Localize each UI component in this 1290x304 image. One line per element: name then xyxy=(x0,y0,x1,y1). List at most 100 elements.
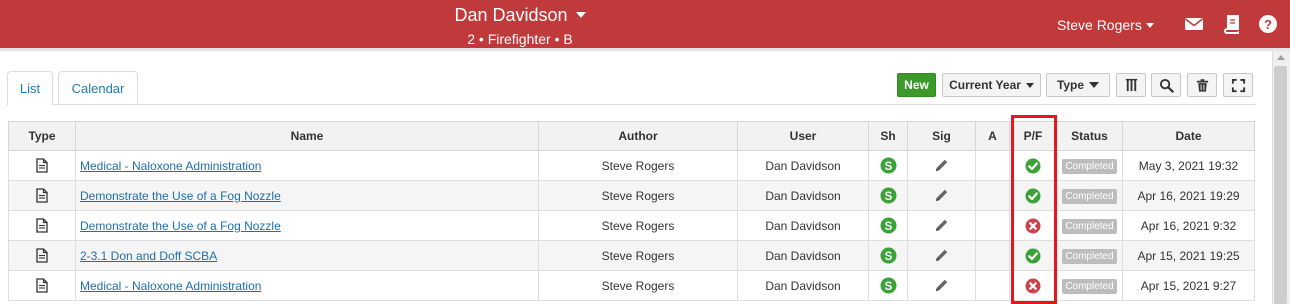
pass-check-icon xyxy=(1025,188,1041,203)
col-header-sh[interactable]: Sh xyxy=(868,121,908,151)
date-cell: Apr 16, 2021 19:29 xyxy=(1122,180,1255,211)
help-icon[interactable]: ? xyxy=(1258,14,1278,34)
table-row[interactable]: Demonstrate the Use of a Fog Nozzle Stev… xyxy=(8,180,1255,211)
svg-text:S: S xyxy=(884,191,892,203)
scrollbar-thumb[interactable] xyxy=(1274,66,1287,304)
user-cell: Dan Davidson xyxy=(737,270,869,301)
shift-s-icon[interactable]: S xyxy=(880,247,897,264)
shift-s-icon[interactable]: S xyxy=(880,277,897,294)
col-header-author[interactable]: Author xyxy=(538,121,738,151)
col-header-name[interactable]: Name xyxy=(75,121,539,151)
svg-text:S: S xyxy=(884,161,892,173)
status-badge: Completed xyxy=(1062,158,1117,174)
book-icon[interactable] xyxy=(1222,14,1242,34)
pencil-icon[interactable] xyxy=(934,218,949,233)
table-row[interactable]: Medical - Naloxone Administration Steve … xyxy=(8,150,1255,181)
table-row[interactable]: 2-3.1 Don and Doff SCBA Steve Rogers Dan… xyxy=(8,240,1255,271)
document-icon xyxy=(36,278,48,293)
name-cell: Medical - Naloxone Administration xyxy=(75,150,539,181)
a-cell xyxy=(975,150,1010,181)
sig-cell xyxy=(907,270,976,301)
name-cell: Demonstrate the Use of a Fog Nozzle xyxy=(75,180,539,211)
year-filter-dropdown[interactable]: Current Year xyxy=(942,73,1041,97)
document-icon xyxy=(36,248,48,263)
columns-button[interactable] xyxy=(1116,73,1146,97)
pencil-icon[interactable] xyxy=(934,248,949,263)
person-details: 2 • Firefighter • B xyxy=(467,31,573,47)
author-cell: Steve Rogers xyxy=(538,210,738,241)
pencil-icon[interactable] xyxy=(934,158,949,173)
type-filter-dropdown[interactable]: Type xyxy=(1046,73,1110,97)
new-button[interactable]: New xyxy=(897,73,936,97)
table-row[interactable]: Demonstrate the Use of a Fog Nozzle Stev… xyxy=(8,210,1255,241)
col-header-date[interactable]: Date xyxy=(1122,121,1255,151)
record-name-link[interactable]: 2-3.1 Don and Doff SCBA xyxy=(80,249,217,263)
col-header-pf[interactable]: P/F xyxy=(1009,121,1057,151)
records-table: Type Name Author User Sh Sig A P/F Statu… xyxy=(8,121,1255,301)
status-badge: Completed xyxy=(1062,188,1117,204)
tab-list[interactable]: List xyxy=(7,71,53,106)
chevron-down-icon xyxy=(1145,22,1154,28)
record-name-link[interactable]: Medical - Naloxone Administration xyxy=(80,159,261,173)
user-menu[interactable]: Steve Rogers xyxy=(1057,17,1154,33)
col-header-type[interactable]: Type xyxy=(8,121,76,151)
header-divider xyxy=(0,48,1290,51)
shift-s-icon[interactable]: S xyxy=(880,157,897,174)
chevron-down-icon xyxy=(1025,82,1034,88)
person-selector[interactable]: Dan Davidson xyxy=(454,4,586,26)
type-cell xyxy=(8,240,76,271)
name-cell: Medical - Naloxone Administration xyxy=(75,270,539,301)
status-cell: Completed xyxy=(1056,270,1123,301)
status-cell: Completed xyxy=(1056,150,1123,181)
status-cell: Completed xyxy=(1056,180,1123,211)
date-cell: Apr 16, 2021 9:32 xyxy=(1122,210,1255,241)
col-header-user[interactable]: User xyxy=(737,121,869,151)
col-header-a[interactable]: A xyxy=(975,121,1010,151)
delete-button[interactable] xyxy=(1187,73,1217,97)
document-icon xyxy=(36,158,48,173)
col-header-sig[interactable]: Sig xyxy=(907,121,976,151)
status-badge: Completed xyxy=(1062,278,1117,294)
date-cell: Apr 15, 2021 9:27 xyxy=(1122,270,1255,301)
pencil-icon[interactable] xyxy=(934,278,949,293)
author-cell: Steve Rogers xyxy=(538,270,738,301)
shift-s-icon[interactable]: S xyxy=(880,187,897,204)
status-cell: Completed xyxy=(1056,210,1123,241)
search-button[interactable] xyxy=(1151,73,1181,97)
sig-cell xyxy=(907,150,976,181)
type-cell xyxy=(8,210,76,241)
author-cell: Steve Rogers xyxy=(538,240,738,271)
new-button-label: New xyxy=(904,78,929,92)
type-cell xyxy=(8,270,76,301)
scroll-up-arrow-icon[interactable] xyxy=(1277,55,1285,60)
sh-cell: S xyxy=(868,270,908,301)
pencil-icon[interactable] xyxy=(934,188,949,203)
record-name-link[interactable]: Demonstrate the Use of a Fog Nozzle xyxy=(80,189,281,203)
sig-cell xyxy=(907,210,976,241)
trash-icon xyxy=(1196,78,1208,92)
tab-calendar[interactable]: Calendar xyxy=(58,71,138,105)
pf-cell xyxy=(1009,180,1057,211)
a-cell xyxy=(975,270,1010,301)
document-icon xyxy=(36,188,48,203)
record-name-link[interactable]: Medical - Naloxone Administration xyxy=(80,279,261,293)
record-name-link[interactable]: Demonstrate the Use of a Fog Nozzle xyxy=(80,219,281,233)
type-cell xyxy=(8,150,76,181)
a-cell xyxy=(975,240,1010,271)
svg-text:S: S xyxy=(884,281,892,293)
chevron-down-icon xyxy=(1089,82,1100,88)
sig-cell xyxy=(907,180,976,211)
col-header-status[interactable]: Status xyxy=(1056,121,1123,151)
envelope-icon[interactable] xyxy=(1184,14,1204,34)
year-filter-label: Current Year xyxy=(949,78,1021,92)
author-cell: Steve Rogers xyxy=(538,180,738,211)
table-row[interactable]: Medical - Naloxone Administration Steve … xyxy=(8,270,1255,301)
chevron-down-icon xyxy=(575,12,586,18)
status-badge: Completed xyxy=(1062,218,1117,234)
svg-text:S: S xyxy=(884,221,892,233)
a-cell xyxy=(975,180,1010,211)
date-cell: Apr 15, 2021 19:25 xyxy=(1122,240,1255,271)
fullscreen-button[interactable] xyxy=(1223,73,1253,97)
shift-s-icon[interactable]: S xyxy=(880,217,897,234)
top-header-bar: Dan Davidson 2 • Firefighter • B Steve R… xyxy=(0,0,1290,48)
